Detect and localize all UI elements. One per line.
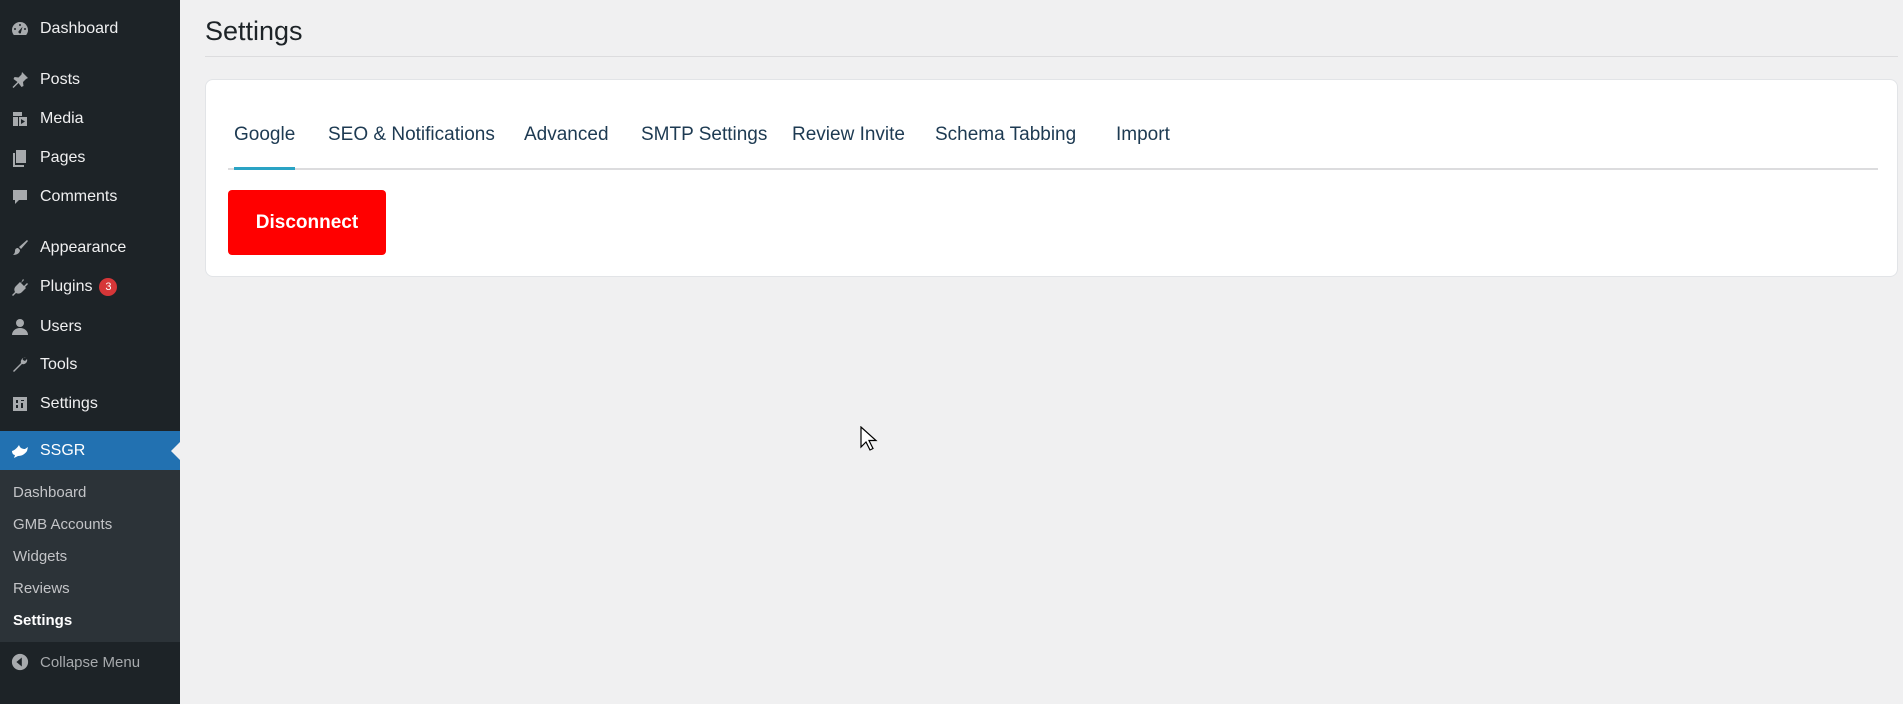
submenu-item-gmb-accounts[interactable]: GMB Accounts [13, 516, 112, 533]
submenu-item-dashboard[interactable]: Dashboard [13, 484, 86, 501]
tab-smtp-settings[interactable]: SMTP Settings [641, 102, 767, 168]
submenu-item-reviews[interactable]: Reviews [13, 580, 70, 597]
page-title: Settings [205, 16, 303, 46]
sidebar-item-posts[interactable]: Posts [0, 63, 180, 97]
tab-seo-notifications[interactable]: SEO & Notifications [328, 102, 495, 168]
sidebar-item-label: Posts [40, 71, 81, 88]
sidebar-item-label: SSGR [40, 441, 86, 459]
pages-icon [10, 148, 30, 168]
sidebar-item-label: Media [40, 110, 84, 127]
settings-icon [10, 394, 30, 414]
wrench-icon [10, 355, 30, 375]
sidebar-item-users[interactable]: Users [0, 310, 180, 344]
dashboard-icon [10, 19, 30, 39]
submenu-item-widgets[interactable]: Widgets [13, 548, 67, 565]
plugin-icon [10, 277, 30, 297]
sidebar-item-label: Tools [40, 356, 78, 373]
media-icon [10, 109, 30, 129]
mouse-cursor-icon [860, 426, 878, 451]
ssgr-icon [10, 441, 30, 461]
sidebar-item-label: Appearance [40, 239, 127, 256]
tab-schema-tabbing[interactable]: Schema Tabbing [935, 102, 1076, 168]
sidebar-item-pages[interactable]: Pages [0, 141, 180, 175]
sidebar-item-label: Dashboard [40, 20, 119, 37]
sidebar-item-label: Settings [40, 395, 98, 412]
sidebar-item-label: Plugins [40, 278, 93, 295]
sidebar-item-dashboard[interactable]: Dashboard [0, 12, 180, 46]
disconnect-button[interactable]: Disconnect [228, 190, 386, 255]
title-divider [205, 56, 1898, 57]
tab-google[interactable]: Google [234, 102, 296, 170]
sidebar-item-tools[interactable]: Tools [0, 348, 180, 382]
collapse-menu-label: Collapse Menu [40, 653, 141, 671]
sidebar-item-label: Comments [40, 188, 118, 205]
sidebar-item-comments[interactable]: Comments [0, 180, 180, 214]
tab-import[interactable]: Import [1116, 102, 1170, 168]
comment-icon [10, 187, 30, 207]
admin-sidebar: Dashboard Posts Media Pages Comments App… [0, 0, 180, 704]
sidebar-item-appearance[interactable]: Appearance [0, 231, 180, 265]
submenu-item-settings[interactable]: Settings [13, 612, 72, 629]
sidebar-item-settings[interactable]: Settings [0, 387, 180, 421]
ssgr-submenu: Dashboard GMB Accounts Widgets Reviews S… [0, 470, 180, 642]
tab-review-invite[interactable]: Review Invite [792, 102, 905, 168]
settings-tabs: Google SEO & Notifications Advanced SMTP… [228, 102, 1878, 170]
plugin-update-badge: 3 [99, 278, 118, 296]
sidebar-item-label: Users [40, 318, 82, 335]
collapse-menu-button[interactable]: Collapse Menu [0, 646, 180, 678]
active-menu-arrow [171, 442, 180, 460]
pin-icon [10, 70, 30, 90]
tab-advanced[interactable]: Advanced [524, 102, 609, 168]
brush-icon [10, 238, 30, 258]
user-icon [10, 317, 30, 337]
sidebar-item-ssgr[interactable]: SSGR [0, 431, 180, 470]
collapse-arrow-icon [10, 652, 30, 672]
settings-card: Google SEO & Notifications Advanced SMTP… [205, 79, 1898, 277]
sidebar-item-plugins[interactable]: Plugins 3 [0, 270, 180, 304]
sidebar-item-label: Pages [40, 149, 86, 166]
sidebar-item-media[interactable]: Media [0, 102, 180, 136]
